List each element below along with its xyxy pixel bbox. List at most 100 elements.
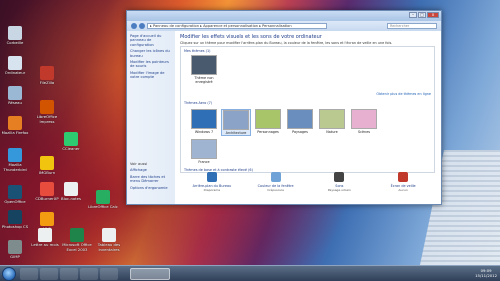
taskbar: 09:09 15/11/2012: [0, 265, 500, 281]
desktop-icon-label: Photoshop CS: [1, 225, 29, 229]
desktop-icon[interactable]: Tableau des inventaires: [94, 228, 124, 252]
theme-thumbnail: [287, 109, 313, 129]
more-themes-link[interactable]: Obtenir plus de thèmes en ligne: [376, 92, 431, 96]
desktop-icon[interactable]: Lettre au mois: [30, 228, 60, 252]
desktop-icon[interactable]: Ordinateur: [0, 56, 30, 80]
theme-item[interactable]: Paysages: [285, 109, 315, 134]
theme-label: Nature: [326, 130, 338, 134]
sounds-value: Paysage urbain: [327, 188, 351, 192]
app-icon: [64, 182, 78, 196]
window-controls: – □ x: [409, 12, 439, 18]
app-icon: [8, 116, 22, 130]
search-input[interactable]: Rechercher: [387, 23, 437, 29]
taskbar-ie[interactable]: [20, 268, 38, 280]
maximize-button[interactable]: □: [418, 12, 426, 18]
app-icon: [38, 228, 52, 242]
theme-item[interactable]: Nature: [317, 109, 347, 134]
app-icon: [64, 132, 78, 146]
app-icon: [70, 228, 84, 242]
close-button[interactable]: x: [427, 12, 439, 18]
see-also-display[interactable]: Affichage: [130, 168, 172, 172]
breadcrumb[interactable]: ▸ Panneau de configuration ▸ Apparence e…: [147, 23, 327, 29]
taskbar-media[interactable]: [80, 268, 98, 280]
left-link-desktop-icons[interactable]: Changer les icônes du bureau: [130, 49, 172, 58]
app-icon: [40, 182, 54, 196]
taskbar-firefox[interactable]: [40, 268, 58, 280]
theme-thumbnail: [191, 109, 217, 129]
desktop-icon[interactable]: Microsoft Office Excel 2003: [62, 228, 92, 252]
desktop-icon[interactable]: CCleaner: [56, 132, 86, 156]
desktop-icon[interactable]: LibreOffice Calc: [88, 190, 118, 214]
desktop-icon-label: OpenOffice: [4, 200, 26, 204]
desktop-background-icon: [206, 172, 217, 182]
sounds-icon: [334, 172, 345, 182]
app-icon: [96, 190, 110, 204]
desktop-icon-label: CCleaner: [62, 147, 80, 151]
app-icon: [40, 100, 54, 114]
taskbar-app[interactable]: [100, 268, 118, 280]
desktop-background-button[interactable]: Arrière-plan du Bureau Diaporama: [188, 172, 236, 200]
see-also-ease-of-access[interactable]: Options d'ergonomie: [130, 186, 172, 190]
window-color-button[interactable]: Couleur de la fenêtre Crépuscule: [252, 172, 300, 200]
theme-item[interactable]: Windows 7: [189, 109, 219, 134]
desktop-icon-label: Réseau: [8, 101, 22, 105]
clock-date: 15/11/2012: [475, 273, 497, 278]
theme-item[interactable]: Architecture: [221, 109, 251, 136]
see-also-taskbar[interactable]: Barre des tâches et menu Démarrer: [130, 175, 172, 184]
sounds-button[interactable]: Sons Paysage urbain: [315, 172, 363, 200]
minimize-button[interactable]: –: [409, 12, 417, 18]
app-icon: [40, 66, 54, 80]
desktop-icon[interactable]: LibreOffice Impress: [32, 100, 62, 124]
desktop-icon[interactable]: Mozilla Thunderbird: [0, 148, 30, 172]
desktop-icon[interactable]: Corbeille: [0, 26, 30, 50]
app-icon: [8, 185, 22, 199]
desktop-icon[interactable]: Mozilla Firefox: [0, 116, 30, 140]
left-link-mouse-pointers[interactable]: Modifier les pointeurs de souris: [130, 60, 172, 69]
desktop-icon[interactable]: OpenOffice: [0, 185, 30, 209]
theme-thumbnail: [191, 55, 217, 75]
desktop-icon-label: LibreOffice Impress: [36, 115, 58, 124]
address-bar: ▸ Panneau de configuration ▸ Apparence e…: [127, 21, 441, 31]
start-button[interactable]: [2, 267, 16, 281]
clock[interactable]: 09:09 15/11/2012: [475, 268, 497, 278]
desktop-icon-label: Tableau des inventaires: [97, 243, 121, 252]
desktop-icon-label: Lettre au mois: [31, 243, 59, 247]
theme-item[interactable]: Scènes: [349, 109, 379, 134]
desktop-icon[interactable]: IMGBurn: [32, 156, 62, 180]
back-icon[interactable]: [131, 23, 137, 29]
theme-thumbnail: [319, 109, 345, 129]
app-icon: [40, 212, 54, 226]
desktop-icon-label: LibreOffice Calc: [88, 205, 118, 209]
desktop-icon[interactable]: Réseau: [0, 86, 30, 110]
screensaver-button[interactable]: Écran de veille Aucun: [379, 172, 427, 200]
theme-label: Scènes: [357, 130, 371, 134]
window-titlebar[interactable]: [127, 11, 441, 21]
theme-item-unsaved[interactable]: Thème non enregistré: [189, 55, 219, 84]
theme-settings-bar: Arrière-plan du Bureau Diaporama Couleur…: [180, 172, 435, 200]
app-icon: [8, 210, 22, 224]
forward-icon[interactable]: [139, 23, 145, 29]
taskbar-personalization[interactable]: [130, 268, 170, 280]
theme-item[interactable]: Personnages: [253, 109, 283, 134]
desktop-icon[interactable]: Photoshop CS: [0, 210, 30, 234]
desktop-icon-label: Mozilla Firefox: [1, 131, 29, 135]
theme-item[interactable]: France: [189, 139, 219, 164]
app-icon: [40, 156, 54, 170]
taskbar-explorer[interactable]: [60, 268, 78, 280]
theme-label: Windows 7: [194, 130, 214, 134]
screensaver-icon: [398, 172, 409, 182]
section-aero-themes: Thèmes Aero (7): [184, 101, 213, 105]
left-link-account-picture[interactable]: Modifier l'image de votre compte: [130, 71, 172, 80]
desktop-background-value: Diaporama: [203, 188, 221, 192]
desktop-icon-label: FileZilla: [39, 81, 55, 85]
left-link-home[interactable]: Page d'accueil du panneau de configurati…: [130, 34, 172, 47]
desktop-icon-label: Microsoft Office Excel 2003: [62, 243, 92, 252]
desktop-icon[interactable]: Bloc-notes: [56, 182, 86, 206]
desktop-icon[interactable]: GIMP: [0, 240, 30, 264]
desktop-icon[interactable]: FileZilla: [32, 66, 62, 90]
theme-label: Thème non enregistré: [194, 76, 214, 84]
page-title: Modifier les effets visuels et les sons …: [180, 34, 322, 40]
app-icon: [8, 86, 22, 100]
theme-thumbnail: [255, 109, 281, 129]
window-color-icon: [270, 172, 281, 182]
